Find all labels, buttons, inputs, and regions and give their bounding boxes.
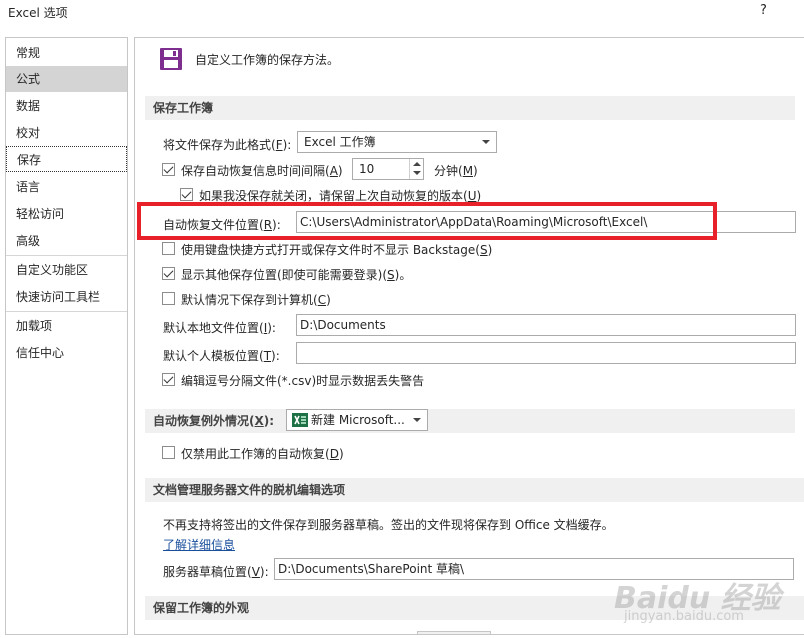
sidebar-item-data[interactable]: 数据 bbox=[6, 93, 127, 119]
section-heading-appearance: 保留工作簿的外观 bbox=[145, 596, 804, 620]
spin-down-icon[interactable] bbox=[413, 171, 421, 175]
template-location-label: 默认个人模板位置(T): bbox=[163, 349, 280, 363]
sidebar-item-customize-ribbon[interactable]: 自定义功能区 bbox=[6, 257, 127, 283]
sidebar-item-proofing[interactable]: 校对 bbox=[6, 120, 127, 146]
minutes-label: 分钟(M) bbox=[434, 164, 478, 178]
learn-more-link[interactable]: 了解详细信息 bbox=[163, 536, 235, 553]
sidebar-item-add-ins[interactable]: 加载项 bbox=[6, 313, 127, 339]
save-options-panel: 自定义工作簿的保存方法。 保存工作簿 将文件保存为此格式(F): Excel 工… bbox=[134, 37, 804, 635]
format-label: 将文件保存为此格式(F): bbox=[163, 138, 292, 152]
chevron-down-icon bbox=[413, 418, 421, 422]
sidebar-item-language[interactable]: 语言 bbox=[6, 174, 127, 200]
colors-button[interactable] bbox=[417, 631, 491, 634]
chevron-down-icon bbox=[482, 140, 490, 144]
save-to-computer-label: 默认情况下保存到计算机(C) bbox=[181, 293, 331, 307]
server-drafts-input[interactable]: D:\Documents\SharePoint 草稿\ bbox=[274, 558, 794, 580]
show-other-locations-checkbox[interactable] bbox=[162, 267, 175, 280]
offline-note: 不再支持将签出的文件保存到服务器草稿。签出的文件现将保存到 Office 文档缓… bbox=[163, 518, 614, 532]
hide-backstage-label: 使用键盘快捷方式打开或保存文件时不显示 Backstage(S) bbox=[181, 243, 493, 257]
options-sidebar: 常规 公式 数据 校对 保存 语言 轻松访问 高级 自定义功能区 快速访问工具栏… bbox=[5, 37, 128, 635]
sidebar-item-quick-access-toolbar[interactable]: 快速访问工具栏 bbox=[6, 284, 127, 310]
local-location-input[interactable]: D:\Documents bbox=[296, 314, 796, 336]
keep-last-version-label: 如果我没保存就关闭，请保留上次自动恢复的版本(U) bbox=[199, 189, 482, 203]
save-format-select[interactable]: Excel 工作簿 bbox=[297, 131, 497, 153]
sidebar-item-general[interactable]: 常规 bbox=[6, 40, 127, 66]
server-drafts-label: 服务器草稿位置(V): bbox=[163, 565, 269, 579]
section-heading-save-workbooks: 保存工作簿 bbox=[145, 96, 795, 120]
autorecover-interval-label: 保存自动恢复信息时间间隔(A) bbox=[181, 164, 343, 178]
show-other-locations-label: 显示其他保存位置(即使可能需要登录)(S)。 bbox=[181, 268, 412, 282]
sidebar-item-advanced[interactable]: 高级 bbox=[6, 228, 127, 254]
disable-autorecover-label: 仅禁用此工作簿的自动恢复(D) bbox=[181, 447, 344, 461]
autorecover-workbook-select[interactable]: 新建 Microsoft... bbox=[286, 409, 428, 431]
autorecover-minutes-stepper[interactable]: 10 bbox=[352, 158, 424, 180]
section-heading-autorecover-exceptions: 自动恢复例外情况(X): bbox=[145, 409, 795, 433]
autorecover-location-label: 自动恢复文件位置(R): bbox=[163, 218, 281, 232]
keep-last-version-checkbox[interactable] bbox=[180, 188, 193, 201]
sidebar-divider bbox=[6, 311, 127, 312]
section-heading-offline-editing: 文档管理服务器文件的脱机编辑选项 bbox=[145, 478, 804, 502]
autorecover-location-input[interactable]: C:\Users\Administrator\AppData\Roaming\M… bbox=[296, 211, 796, 233]
disable-autorecover-checkbox[interactable] bbox=[162, 446, 175, 459]
sidebar-divider bbox=[6, 255, 127, 256]
sidebar-item-save[interactable]: 保存 bbox=[6, 146, 127, 172]
hide-backstage-checkbox[interactable] bbox=[162, 242, 175, 255]
excel-icon bbox=[292, 413, 308, 427]
local-location-label: 默认本地文件位置(I): bbox=[163, 321, 276, 335]
spin-up-icon[interactable] bbox=[413, 162, 421, 166]
save-disk-icon bbox=[160, 48, 182, 70]
help-button[interactable]: ? bbox=[760, 3, 767, 18]
autorecover-interval-checkbox[interactable] bbox=[162, 163, 175, 176]
template-location-input[interactable] bbox=[296, 342, 796, 364]
csv-warning-checkbox[interactable] bbox=[162, 373, 175, 386]
title-bar: Excel 选项 ? bbox=[0, 0, 804, 30]
sidebar-item-accessibility[interactable]: 轻松访问 bbox=[6, 201, 127, 227]
sidebar-item-formulas[interactable]: 公式 bbox=[6, 66, 127, 92]
csv-warning-label: 编辑逗号分隔文件(*.csv)时显示数据丢失警告 bbox=[181, 374, 425, 388]
save-to-computer-checkbox[interactable] bbox=[162, 292, 175, 305]
window-title: Excel 选项 bbox=[8, 6, 68, 20]
page-intro: 自定义工作簿的保存方法。 bbox=[195, 53, 340, 67]
sidebar-item-trust-center[interactable]: 信任中心 bbox=[6, 340, 127, 366]
